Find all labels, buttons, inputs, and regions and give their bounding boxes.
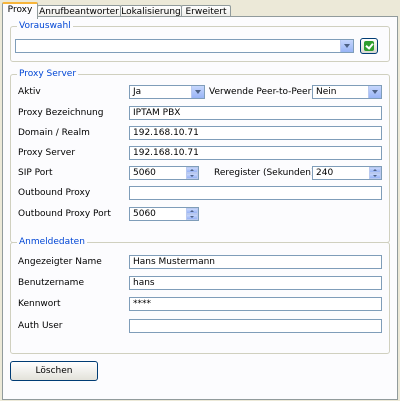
reregister-value: 240 — [316, 168, 334, 178]
outbound-port-stepper[interactable]: 5060 — [129, 207, 199, 221]
reregister-stepper[interactable]: 240 — [312, 166, 382, 180]
proxy-server-group: Proxy Server Aktiv Ja Verwende Peer-to-P… — [10, 68, 390, 243]
proxy-server-label: Proxy Server — [18, 148, 76, 158]
p2p-value: Nein — [316, 87, 337, 97]
p2p-label: Verwende Peer-to-Peer — [209, 87, 312, 97]
anmeldedaten-group: Anmeldedaten Angezeigter Name Hans Muste… — [10, 236, 390, 354]
auth-user-label: Auth User — [18, 321, 63, 331]
sip-port-stepper[interactable]: 5060 — [129, 166, 199, 180]
p2p-select[interactable]: Nein — [312, 85, 382, 99]
apply-button[interactable] — [360, 38, 378, 54]
chevron-down-icon[interactable] — [340, 40, 353, 52]
vorauswahl-group: Vorauswahl — [10, 20, 390, 62]
outbound-proxy-label: Outbound Proxy — [18, 188, 91, 198]
spinner-icon[interactable] — [186, 167, 198, 179]
outbound-proxy-field[interactable] — [129, 186, 382, 200]
sip-port-label: SIP Port — [18, 168, 53, 178]
vorauswahl-select[interactable] — [15, 39, 354, 53]
vorauswahl-legend: Vorauswahl — [17, 20, 73, 32]
anmeldedaten-legend: Anmeldedaten — [17, 236, 87, 248]
sip-port-value: 5060 — [133, 168, 156, 178]
domain-label: Domain / Realm — [18, 128, 90, 138]
spinner-icon[interactable] — [369, 167, 381, 179]
checkmark-icon — [364, 41, 374, 51]
aktiv-label: Aktiv — [18, 87, 41, 97]
bezeichnung-field[interactable]: IPTAM PBX — [129, 106, 382, 120]
username-label: Benutzername — [18, 278, 84, 288]
chevron-down-icon[interactable] — [191, 86, 204, 98]
outbound-port-label: Outbound Proxy Port — [18, 209, 111, 219]
aktiv-select[interactable]: Ja — [129, 85, 205, 99]
aktiv-value: Ja — [133, 87, 142, 97]
domain-field[interactable]: 192.168.10.71 — [129, 126, 382, 140]
spinner-icon[interactable] — [186, 208, 198, 220]
proxy-server-field[interactable]: 192.168.10.71 — [129, 146, 382, 160]
username-field[interactable]: hans — [129, 276, 382, 290]
password-field[interactable]: **** — [129, 297, 382, 311]
outbound-port-value: 5060 — [133, 209, 156, 219]
tab-proxy[interactable]: Proxy — [2, 2, 38, 19]
password-label: Kennwort — [18, 299, 61, 309]
tab-panel-proxy: Vorauswahl Proxy Server Aktiv Ja Verwend… — [2, 16, 398, 400]
name-field[interactable]: Hans Mustermann — [129, 255, 382, 269]
bezeichnung-label: Proxy Bezeichnung — [18, 108, 104, 118]
name-label: Angezeigter Name — [18, 257, 102, 267]
chevron-down-icon[interactable] — [368, 86, 381, 98]
delete-button[interactable]: Löschen — [10, 361, 98, 381]
reregister-label: Reregister (Sekunden) — [214, 168, 315, 178]
proxy-server-legend: Proxy Server — [17, 68, 79, 80]
auth-user-field[interactable] — [129, 319, 382, 333]
